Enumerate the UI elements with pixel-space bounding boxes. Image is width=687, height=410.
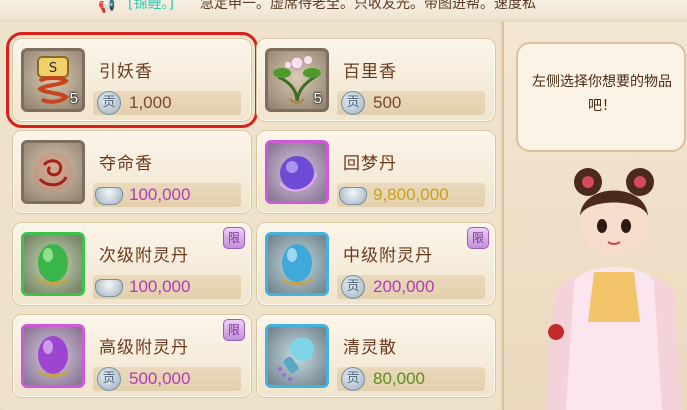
price-bar: 贡 500,000: [93, 367, 241, 391]
shop-item-zhongjifulingdan[interactable]: 限 中级附灵丹 贡 200,000: [256, 222, 496, 306]
limited-badge: 限: [223, 319, 245, 341]
item-price: 500: [373, 93, 402, 112]
item-name: 百里香: [343, 62, 397, 82]
green-orb-icon: [21, 232, 85, 296]
shop-item-cijifulingdan[interactable]: 限 次级附灵丹 100,000: [12, 222, 252, 306]
shop-item-gaojifulingdan[interactable]: 限 高级附灵丹 贡 500,000: [12, 314, 252, 398]
item-name: 夺命香: [99, 154, 153, 174]
herb-flower-icon: 5: [265, 48, 329, 112]
npc-panel: 左侧选择你想要的物品吧！: [502, 22, 687, 410]
price-bar: 100,000: [93, 183, 241, 207]
horn-icon: 📢: [98, 0, 116, 14]
item-count: 5: [313, 90, 322, 107]
purple-orb-icon: [21, 324, 85, 388]
item-price: 80,000: [373, 369, 425, 388]
npc-speech-text: 左侧选择你想要的物品吧！: [532, 74, 672, 114]
price-bar: 贡 500: [337, 91, 485, 115]
tribute-coin-icon: 贡: [341, 275, 365, 299]
price-bar: 贡 80,000: [337, 367, 485, 391]
silver-ingot-icon: [95, 187, 123, 205]
silver-ingot-icon: [339, 187, 367, 205]
item-name: 引妖香: [99, 62, 153, 82]
shop-item-huimengdan[interactable]: 回梦丹 9,800,000: [256, 130, 496, 214]
system-marquee: 📢 [锦鲤。] 急定申一。虚席待老全。只收友光。带图进帮。速度私: [0, 0, 687, 20]
shop-item-duomingxiang[interactable]: 夺命香 100,000: [12, 130, 252, 214]
npc-speech-bubble: 左侧选择你想要的物品吧！: [516, 42, 686, 152]
item-price: 9,800,000: [373, 185, 449, 204]
price-bar: 100,000: [93, 275, 241, 299]
red-swirl-icon: [21, 140, 85, 204]
tribute-coin-icon: 贡: [341, 91, 365, 115]
item-name: 高级附灵丹: [99, 338, 189, 358]
shop-item-yinyaoxiang[interactable]: S 5 引妖香 贡 1,000: [6, 32, 258, 128]
limited-badge: 限: [223, 227, 245, 249]
potion-bottle-icon: [265, 324, 329, 388]
item-count: 5: [69, 90, 78, 107]
item-price: 100,000: [129, 277, 191, 296]
shop-item-grid: S 5 引妖香 贡 1,000 5 百里香 贡 500 夺命香 100,000 …: [0, 22, 500, 410]
price-bar: 9,800,000: [337, 183, 485, 207]
tribute-coin-icon: 贡: [97, 367, 121, 391]
item-name: 中级附灵丹: [343, 246, 433, 266]
tribute-coin-icon: 贡: [341, 367, 365, 391]
incense-coil-icon: S 5: [21, 48, 85, 112]
svg-text:S: S: [49, 61, 57, 76]
shop-item-bailixiang[interactable]: 5 百里香 贡 500: [256, 38, 496, 122]
item-name: 次级附灵丹: [99, 246, 189, 266]
blue-orb-icon: [265, 232, 329, 296]
marquee-tag: [锦鲤。]: [128, 0, 174, 12]
price-bar: 贡 1,000: [93, 91, 241, 115]
npc-girl-portrait: [546, 168, 682, 410]
silver-ingot-icon: [95, 279, 123, 297]
item-name: 回梦丹: [343, 154, 397, 174]
item-price: 200,000: [373, 277, 435, 296]
marquee-text: 急定申一。虚席待老全。只收友光。带图进帮。速度私: [200, 0, 536, 12]
limited-badge: 限: [467, 227, 489, 249]
item-price: 1,000: [129, 93, 172, 112]
tribute-coin-icon: 贡: [97, 91, 121, 115]
item-name: 清灵散: [343, 338, 397, 358]
price-bar: 贡 200,000: [337, 275, 485, 299]
item-price: 100,000: [129, 185, 191, 204]
item-price: 500,000: [129, 369, 191, 388]
shop-item-qinglingsan[interactable]: 清灵散 贡 80,000: [256, 314, 496, 398]
purple-pill-icon: [265, 140, 329, 204]
